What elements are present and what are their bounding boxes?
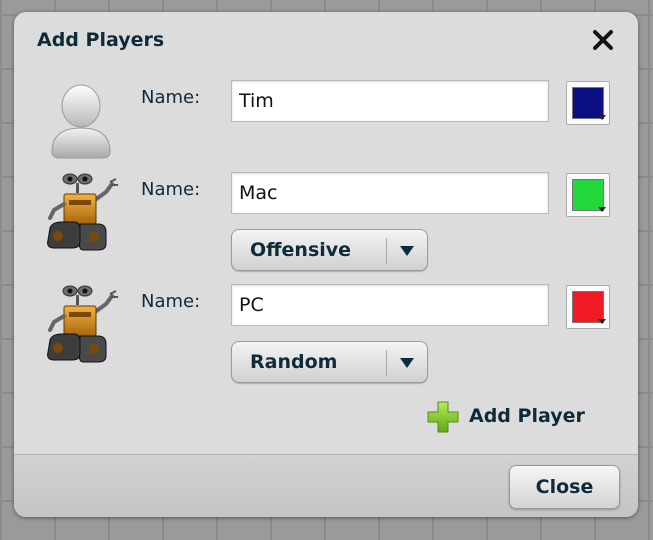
dialog-title: Add Players [37, 29, 165, 51]
dialog-footer: Close [14, 454, 638, 517]
color-picker[interactable] [566, 81, 610, 125]
chevron-down-icon [400, 246, 414, 256]
player-name-input[interactable] [231, 172, 549, 214]
player-name-input[interactable] [231, 80, 549, 122]
name-label: Name: [141, 87, 201, 108]
color-picker[interactable] [566, 285, 610, 329]
select-divider [386, 350, 387, 376]
name-label: Name: [141, 179, 201, 200]
name-label: Name: [141, 291, 201, 312]
player-name-input[interactable] [231, 284, 549, 326]
select-divider [386, 238, 387, 264]
robot-walle-icon [40, 170, 120, 252]
close-button[interactable]: Close [509, 465, 620, 509]
dropdown-arrow-icon [598, 207, 606, 212]
green-plus-icon [426, 400, 460, 434]
color-picker[interactable] [566, 173, 610, 217]
strategy-value: Random [250, 351, 338, 373]
close-x-icon[interactable] [592, 29, 614, 51]
human-user-icon [40, 80, 120, 162]
strategy-select[interactable]: Random [231, 341, 428, 383]
strategy-value: Offensive [250, 239, 352, 261]
add-player-label: Add Player [469, 405, 585, 427]
strategy-select[interactable]: Offensive [231, 229, 428, 271]
chevron-down-icon [400, 358, 414, 368]
dropdown-arrow-icon [598, 115, 606, 120]
dropdown-arrow-icon [598, 319, 606, 324]
add-players-dialog: Add Players Name: Name: [14, 12, 638, 517]
robot-walle-icon [40, 282, 120, 364]
